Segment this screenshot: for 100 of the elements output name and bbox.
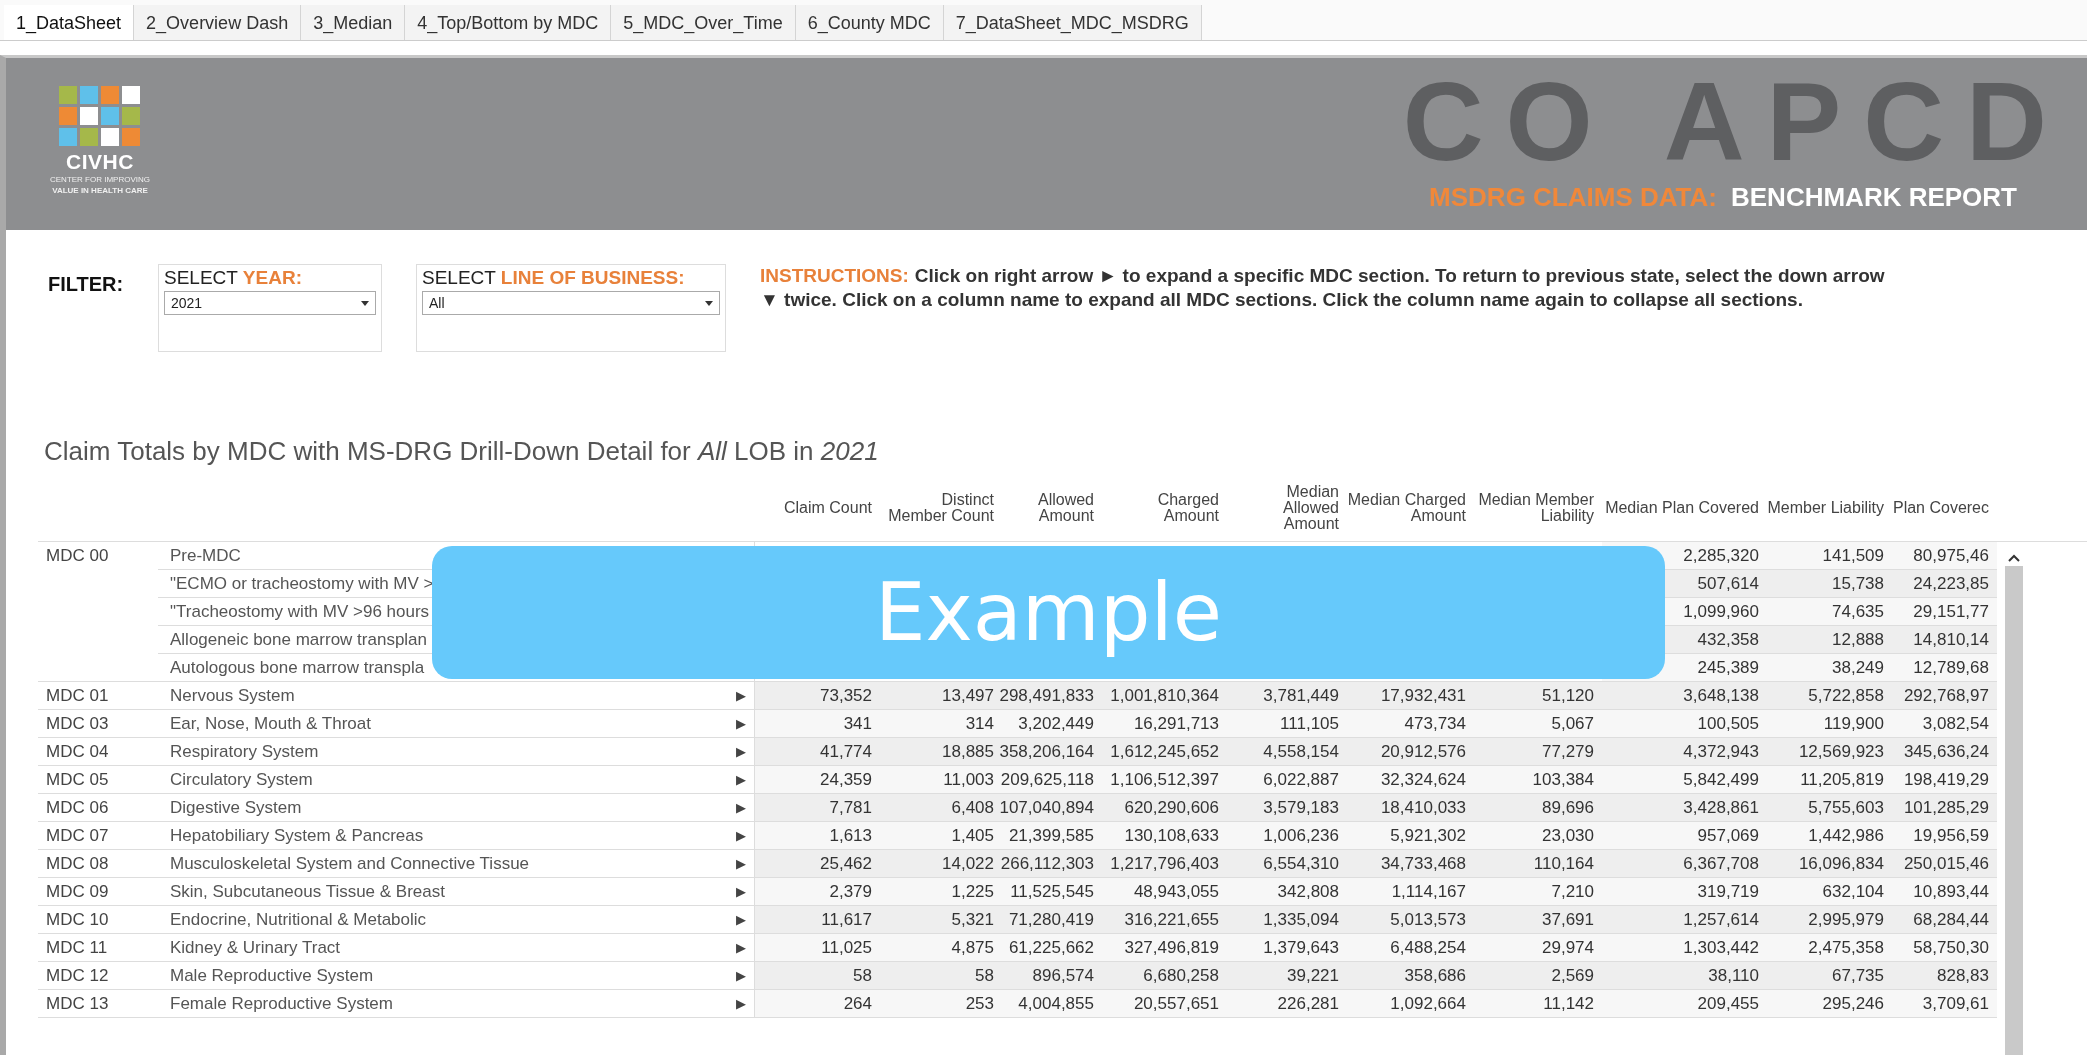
table-cell: 298,491,833 [1002,682,1102,710]
column-header[interactable]: Allowed Amount [1002,475,1102,541]
table-cell: 77,279 [1474,738,1602,766]
table-title: Claim Totals by MDC with MS-DRG Drill-Down Detail for All LOB in 2021 [44,436,880,467]
sheet-tab[interactable]: 4_Top/Bottom by MDC [405,5,612,40]
mdc-code: MDC 05 [38,766,158,794]
filter-title: SELECT YEAR: [164,267,303,289]
sheet-tab[interactable]: 7_DataSheet_MDC_MSDRG [943,5,1202,40]
table-cell: 7,210 [1474,878,1602,906]
table-cell: 1,114,167 [1347,878,1474,906]
table-cell: 73,352 [754,682,880,710]
sheet-tab[interactable]: 6_County MDC [795,5,944,40]
mdc-name: Endocrine, Nutritional & Metabolic [158,906,728,934]
table-cell: 41,774 [754,738,880,766]
sheet-tab[interactable]: 5_MDC_Over_Time [611,5,796,40]
table-cell: 101,285,29 [1892,794,1997,822]
column-header[interactable]: Median Plan Covered [1602,475,1767,541]
mdc-code: MDC 12 [38,962,158,990]
mdc-code: MDC 11 [38,934,158,962]
sheet-tab[interactable]: 3_Median [301,5,406,40]
table-cell: 4,372,943 [1602,738,1767,766]
table-cell: 253 [880,990,1002,1018]
table-cell: 5,013,573 [1347,906,1474,934]
table-cell: 141,509 [1767,542,1892,570]
table-cell: 6,367,708 [1602,850,1767,878]
table-cell: 5,921,302 [1347,822,1474,850]
table-cell: 11,003 [880,766,1002,794]
table-cell: 6,408 [880,794,1002,822]
column-header[interactable]: Median Member Liability [1474,475,1602,541]
table-cell: 20,557,651 [1102,990,1227,1018]
mdc-name: Circulatory System [158,766,728,794]
mdc-code: MDC 03 [38,710,158,738]
instructions-text: INSTRUCTIONS: Click on right arrow ► to expand a specific MDC section. To return to previous state, select the down arrow ▼ twice. Click on a column name to expand all MDC sections. Click the column name again to collapse all sections. [760,264,1885,312]
table-cell: 1,217,796,403 [1102,850,1227,878]
table-cell: 264 [754,990,880,1018]
table-cell: 3,579,183 [1227,794,1347,822]
table-cell: 100,505 [1602,710,1767,738]
table-cell: 3,202,449 [1002,710,1102,738]
table-cell: 15,738 [1767,570,1892,598]
column-header[interactable]: Charged Amount [1102,475,1227,541]
table-cell: 266,112,303 [1002,850,1102,878]
sheet-tab[interactable]: 1_DataSheet [4,5,135,40]
mdc-code: MDC 09 [38,878,158,906]
table-cell: 3,428,861 [1602,794,1767,822]
table-cell: 6,022,887 [1227,766,1347,794]
table-cell: 89,696 [1474,794,1602,822]
table-cell: 3,648,138 [1602,682,1767,710]
table-cell: 316,221,655 [1102,906,1227,934]
table-cell: 1,442,986 [1767,822,1892,850]
filter-dropdown[interactable]: 2021 [164,291,376,315]
table-cell: 68,284,44 [1892,906,1997,934]
table-cell: 7,781 [754,794,880,822]
table-cell: 111,105 [1227,710,1347,738]
table-cell: 1,335,094 [1227,906,1347,934]
caret-icon [361,300,369,306]
logo-name: CIVHC [66,150,134,174]
filter-title: SELECT LINE OF BUSINESS: [422,267,686,289]
sheet-tab[interactable]: 2_Overview Dash [134,5,302,40]
filter-label: FILTER: [48,273,125,297]
mdc-code: MDC 06 [38,794,158,822]
table-cell: 1,303,442 [1602,934,1767,962]
table-cell: 48,943,055 [1102,878,1227,906]
table-cell: 341 [754,710,880,738]
mdc-code: MDC 08 [38,850,158,878]
table-cell: 198,419,29 [1892,766,1997,794]
mdc-name: Respiratory System [158,738,728,766]
table-cell: 1,006,236 [1227,822,1347,850]
report-subtitle-label: MSDRG CLAIMS DATA: [1429,182,1717,213]
table-cell: 21,399,585 [1002,822,1102,850]
column-header[interactable]: Median Allowed Amount [1227,475,1347,541]
mdc-name: Hepatobiliary System & Pancreas [158,822,728,850]
table-cell: 1,225 [880,878,1002,906]
column-header[interactable]: Median Charged Amount [1347,475,1474,541]
table-cell: 2,569 [1474,962,1602,990]
column-header[interactable]: Distinct Member Count [880,475,1002,541]
column-header[interactable]: Claim Count [754,475,880,541]
table-cell: 6,680,258 [1102,962,1227,990]
mdc-code: MDC 01 [38,682,158,710]
table-cell: 14,810,14 [1892,626,1997,654]
table-cell: 23,030 [1474,822,1602,850]
table-cell: 17,932,431 [1347,682,1474,710]
scrollbar[interactable] [2005,552,2023,1055]
table-cell: 16,291,713 [1102,710,1227,738]
table-cell: 29,151,77 [1892,598,1997,626]
table-cell: 2,379 [754,878,880,906]
mdc-name: Digestive System [158,794,728,822]
table-cell: 12,569,923 [1767,738,1892,766]
table-cell: 58 [754,962,880,990]
column-header[interactable]: Member Liability [1767,475,1892,541]
table-cell: 314 [880,710,1002,738]
table-cell: 295,246 [1767,990,1892,1018]
table-cell: 5,842,499 [1602,766,1767,794]
filter-dropdown[interactable]: All [422,291,720,315]
table-cell: 327,496,819 [1102,934,1227,962]
table-cell: 51,120 [1474,682,1602,710]
table-cell: 110,164 [1474,850,1602,878]
table-cell: 11,142 [1474,990,1602,1018]
table-cell: 20,912,576 [1347,738,1474,766]
table-cell: 67,735 [1767,962,1892,990]
column-header[interactable]: Plan Coverec [1892,475,1997,541]
